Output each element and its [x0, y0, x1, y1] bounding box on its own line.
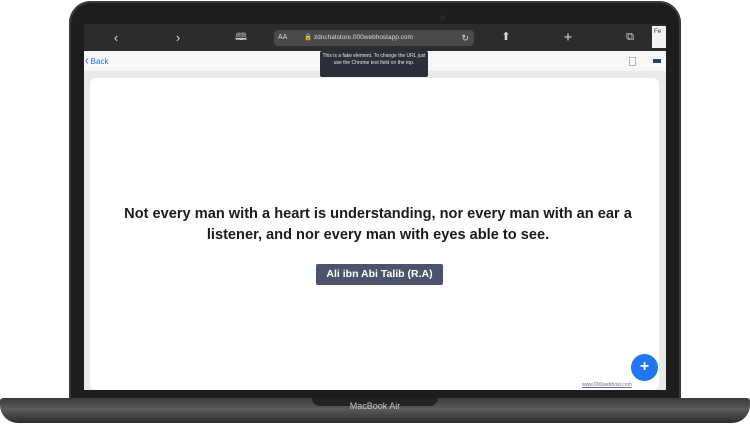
url-value: zdnchatstore.000webhostapp.com [313, 34, 413, 41]
url-bar[interactable]: AA 🔒 zdnchatstore.000webhostapp.com ↻ [274, 30, 474, 46]
book-icon[interactable]: 🕮 [231, 24, 251, 51]
document-icon[interactable] [629, 57, 636, 66]
author-badge: Ali ibn Abi Talib (R.A) [316, 264, 443, 285]
fake-url-tooltip: This is a fake element. To change the UR… [320, 47, 428, 77]
tabs-icon[interactable]: ⧉ [620, 24, 640, 51]
chevron-left-icon[interactable]: ‹ [106, 24, 126, 51]
reload-icon[interactable]: ↻ [461, 30, 469, 46]
device-label: MacBook Air [349, 401, 401, 411]
reader-aa-button[interactable]: AA [278, 30, 287, 46]
add-fab-button[interactable]: + [631, 354, 658, 381]
browser-tab-fragment[interactable]: Fe [652, 26, 666, 48]
chevron-left-icon: ‹ [85, 53, 89, 69]
camera-dot [440, 15, 445, 20]
back-label: Back [90, 57, 109, 66]
flag-icon[interactable] [653, 59, 661, 63]
quote-card: Not every man with a heart is understand… [90, 78, 659, 390]
back-button[interactable]: ‹ Back [85, 51, 108, 71]
quote-text: Not every man with a heart is understand… [124, 206, 632, 243]
plus-icon[interactable]: + [558, 24, 578, 51]
footer-link[interactable]: www.000webhost.com [582, 382, 662, 389]
browser-screen: ‹ › 🕮 AA 🔒 zdnchatstore.000webhostapp.co… [84, 24, 666, 390]
lock-icon: 🔒 [304, 34, 313, 41]
share-icon[interactable]: ⬆ [496, 24, 516, 51]
url-text: 🔒 zdnchatstore.000webhostapp.com [304, 30, 413, 46]
chevron-right-icon[interactable]: › [168, 24, 188, 51]
